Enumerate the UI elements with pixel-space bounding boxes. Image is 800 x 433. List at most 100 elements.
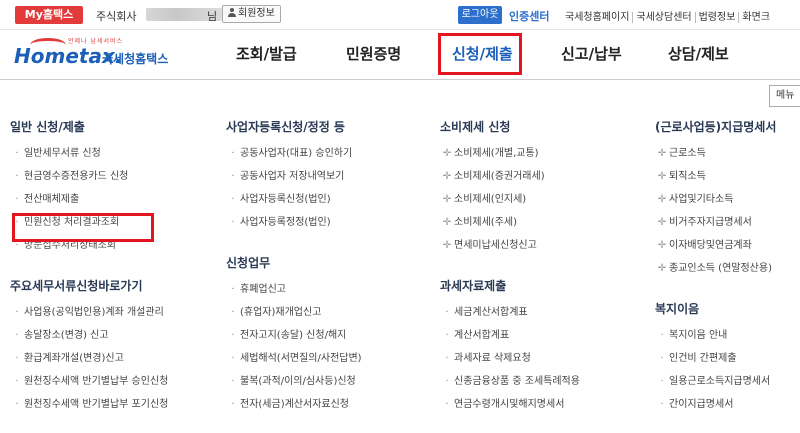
plus-bullet-icon: ✛ (657, 240, 667, 251)
member-info-button[interactable]: 회원정보 (222, 5, 281, 23)
menu-item[interactable]: ✛ 이자배당및연금계좌 (655, 234, 800, 257)
menu-item[interactable]: ✛ 면세미납세신청신고 (440, 234, 640, 257)
menu-item[interactable]: · 송달장소(변경) 신고 (10, 324, 210, 347)
menu-section-title[interactable]: 과세자료제출 (440, 271, 640, 301)
menu-item[interactable]: ✛ 근로소득 (655, 142, 800, 165)
menu-item[interactable]: ✛ 소비제세(주세) (440, 211, 640, 234)
menu-item-label: 공동사업자(대표) 승인하기 (240, 148, 353, 159)
dot-bullet-icon: · (231, 399, 235, 410)
menu-item[interactable]: · 간이지급명세서 (655, 393, 800, 416)
tax-consult-center-link[interactable]: 국세상담센터 (632, 12, 695, 23)
menu-item[interactable]: · 공동사업자 저장내역보기 (226, 165, 426, 188)
menu-section: 소비제세 신청 ✛ 소비제세(개별,교통) ✛ 소비제세(증권거래세) ✛ 소비제세(인지세… (440, 112, 640, 257)
menu-item-label: 환급계좌개설(변경)신고 (24, 353, 124, 364)
menu-item[interactable]: · (휴업자)재개업신고 (226, 301, 426, 324)
dot-bullet-icon: · (231, 330, 235, 341)
menu-section-title[interactable]: 일반 신청/제출 (10, 112, 210, 142)
menu-item[interactable]: ✛ 소비제세(증권거래세) (440, 165, 640, 188)
menu-item[interactable]: · 전산매체제출 (10, 188, 210, 211)
dot-bullet-icon: · (231, 171, 235, 182)
nav-consult-report[interactable]: 상담/제보 (668, 30, 729, 78)
menu-item[interactable]: · 일용근로소득지급명세서 (655, 370, 800, 393)
menu-item[interactable]: · 세금계산서합계표 (440, 301, 640, 324)
menu-item[interactable]: ✛ 비거주자지급명세서 (655, 211, 800, 234)
menu-item-label: 사업자등록정정(법인) (240, 217, 331, 228)
menu-section-title[interactable]: 복지이음 (655, 294, 800, 324)
plus-bullet-icon: ✛ (657, 217, 667, 228)
menu-item[interactable]: · 사업자등록정정(법인) (226, 211, 426, 234)
menu-item-label: 세법해석(서면질의/사전답변) (240, 353, 362, 364)
menu-item-list: · 사업용(공익법인용)계좌 개설관리 · 송달장소(변경) 신고 · 환급계좌개설(변경… (10, 301, 210, 416)
dot-bullet-icon: · (15, 353, 19, 364)
menu-section: 과세자료제출 · 세금계산서합계표 · 계산서합계표 · 과세자료 삭제요청 · 신종금융상품 … (440, 271, 640, 416)
menu-item[interactable]: · 환급계좌개설(변경)신고 (10, 347, 210, 370)
menu-item-label: 사업및기타소득 (669, 194, 734, 205)
menu-item[interactable]: · 계산서합계표 (440, 324, 640, 347)
menu-item[interactable]: · 세법해석(서면질의/사전답변) (226, 347, 426, 370)
dot-bullet-icon: · (231, 353, 235, 364)
menu-item-label: 원천징수세액 반기별납부 승인신청 (24, 376, 169, 387)
dot-bullet-icon: · (445, 399, 449, 410)
menu-item-list: · 공동사업자(대표) 승인하기 · 공동사업자 저장내역보기 · 사업자등록신청(법인)… (226, 142, 426, 234)
menu-item-label: 근로소득 (669, 148, 706, 159)
menu-item[interactable]: ✛ 소비제세(개별,교통) (440, 142, 640, 165)
menu-item[interactable]: · 원천징수세액 반기별납부 포기신청 (10, 393, 210, 416)
menu-item[interactable]: · 불복(과적/이의/심사등)신청 (226, 370, 426, 393)
dot-bullet-icon: · (15, 399, 19, 410)
screen-size-link[interactable]: 화면크 (738, 12, 774, 23)
menu-item[interactable]: · 공동사업자(대표) 승인하기 (226, 142, 426, 165)
plus-bullet-icon: ✛ (442, 194, 452, 205)
my-hometax-button[interactable]: My홈택스 (15, 6, 83, 24)
menu-item-label: 계산서합계표 (454, 330, 510, 341)
menu-section-title[interactable]: 소비제세 신청 (440, 112, 640, 142)
menu-section: 신청업무 · 휴폐업신고 · (휴업자)재개업신고 · 전자고지(송달) 신청/해지 · 세법해… (226, 248, 426, 416)
menu-item[interactable]: · 복지이음 안내 (655, 324, 800, 347)
nav-report-payment[interactable]: 신고/납부 (561, 30, 622, 78)
menu-item-label: 전산매체제출 (24, 194, 80, 205)
menu-item[interactable]: ✛ 퇴직소득 (655, 165, 800, 188)
menu-item[interactable]: · 사업자등록신청(법인) (226, 188, 426, 211)
menu-item[interactable]: · 일반세무서류 신청 (10, 142, 210, 165)
menu-button[interactable]: 메뉴 (769, 85, 800, 107)
menu-item-label: 소비제세(인지세) (454, 194, 527, 205)
menu-item[interactable]: · 전자(세금)계산서자료신청 (226, 393, 426, 416)
dot-bullet-icon: · (15, 307, 19, 318)
menu-item[interactable]: · 휴폐업신고 (226, 278, 426, 301)
nav-inquiry-issuance[interactable]: 조회/발급 (236, 30, 297, 78)
menu-item-label: 소비제세(주세) (454, 217, 518, 228)
plus-bullet-icon: ✛ (442, 171, 452, 182)
menu-item[interactable]: · 원천징수세액 반기별납부 승인신청 (10, 370, 210, 393)
logout-button[interactable]: 로그아웃 (458, 6, 502, 24)
menu-item-label: (휴업자)재개업신고 (240, 307, 322, 318)
nts-homepage-link[interactable]: 국세청홈페이지 (562, 12, 632, 23)
menu-item-label: 원천징수세액 반기별납부 포기신청 (24, 399, 169, 410)
menu-item[interactable]: · 인건비 간편제출 (655, 347, 800, 370)
menu-item[interactable]: · 과세자료 삭제요청 (440, 347, 640, 370)
menu-item[interactable]: ✛ 소비제세(인지세) (440, 188, 640, 211)
nav-civil-certificate[interactable]: 민원증명 (346, 30, 401, 78)
menu-section-title[interactable]: 주요세무서류신청바로가기 (10, 271, 210, 301)
menu-item-label: 공동사업자 저장내역보기 (240, 171, 345, 182)
menu-item[interactable]: · 현금영수증전용카드 신청 (10, 165, 210, 188)
dot-bullet-icon: · (445, 376, 449, 387)
menu-section-title[interactable]: (근로사업등)지급명세서 (655, 112, 800, 142)
menu-item[interactable]: · 신종금융상품 중 조세특례적용 (440, 370, 640, 393)
menu-item[interactable]: · 연금수령개시및해지명세서 (440, 393, 640, 416)
highlight-box-item (12, 213, 154, 242)
hometax-logo[interactable]: 언제나 납세서비스 Hometax. 국세청홈택스 (12, 36, 180, 72)
menu-item[interactable]: · 사업용(공익법인용)계좌 개설관리 (10, 301, 210, 324)
menu-column-consumption-tax: 소비제세 신청 ✛ 소비제세(개별,교통) ✛ 소비제세(증권거래세) ✛ 소비제세(인지세… (440, 110, 640, 416)
menu-item-label: 사업자등록신청(법인) (240, 194, 331, 205)
menu-item-list: ✛ 근로소득 ✛ 퇴직소득 ✛ 사업및기타소득 ✛ 비거주자지급명세서 ✛ 이자배당및연금계좌 ✛ 종… (655, 142, 800, 280)
menu-section-title[interactable]: 신청업무 (226, 248, 426, 278)
menu-section-title[interactable]: 사업자등록신청/정정 등 (226, 112, 426, 142)
menu-item[interactable]: · 전자고지(송달) 신청/해지 (226, 324, 426, 347)
menu-item-label: 송달장소(변경) 신고 (24, 330, 109, 341)
menu-item[interactable]: ✛ 종교인소득 (연말정산용) (655, 257, 800, 280)
certificate-center-link[interactable]: 인증센터 (509, 8, 549, 24)
dot-bullet-icon: · (231, 307, 235, 318)
law-info-link[interactable]: 법령정보 (694, 12, 739, 23)
menu-item[interactable]: ✛ 사업및기타소득 (655, 188, 800, 211)
